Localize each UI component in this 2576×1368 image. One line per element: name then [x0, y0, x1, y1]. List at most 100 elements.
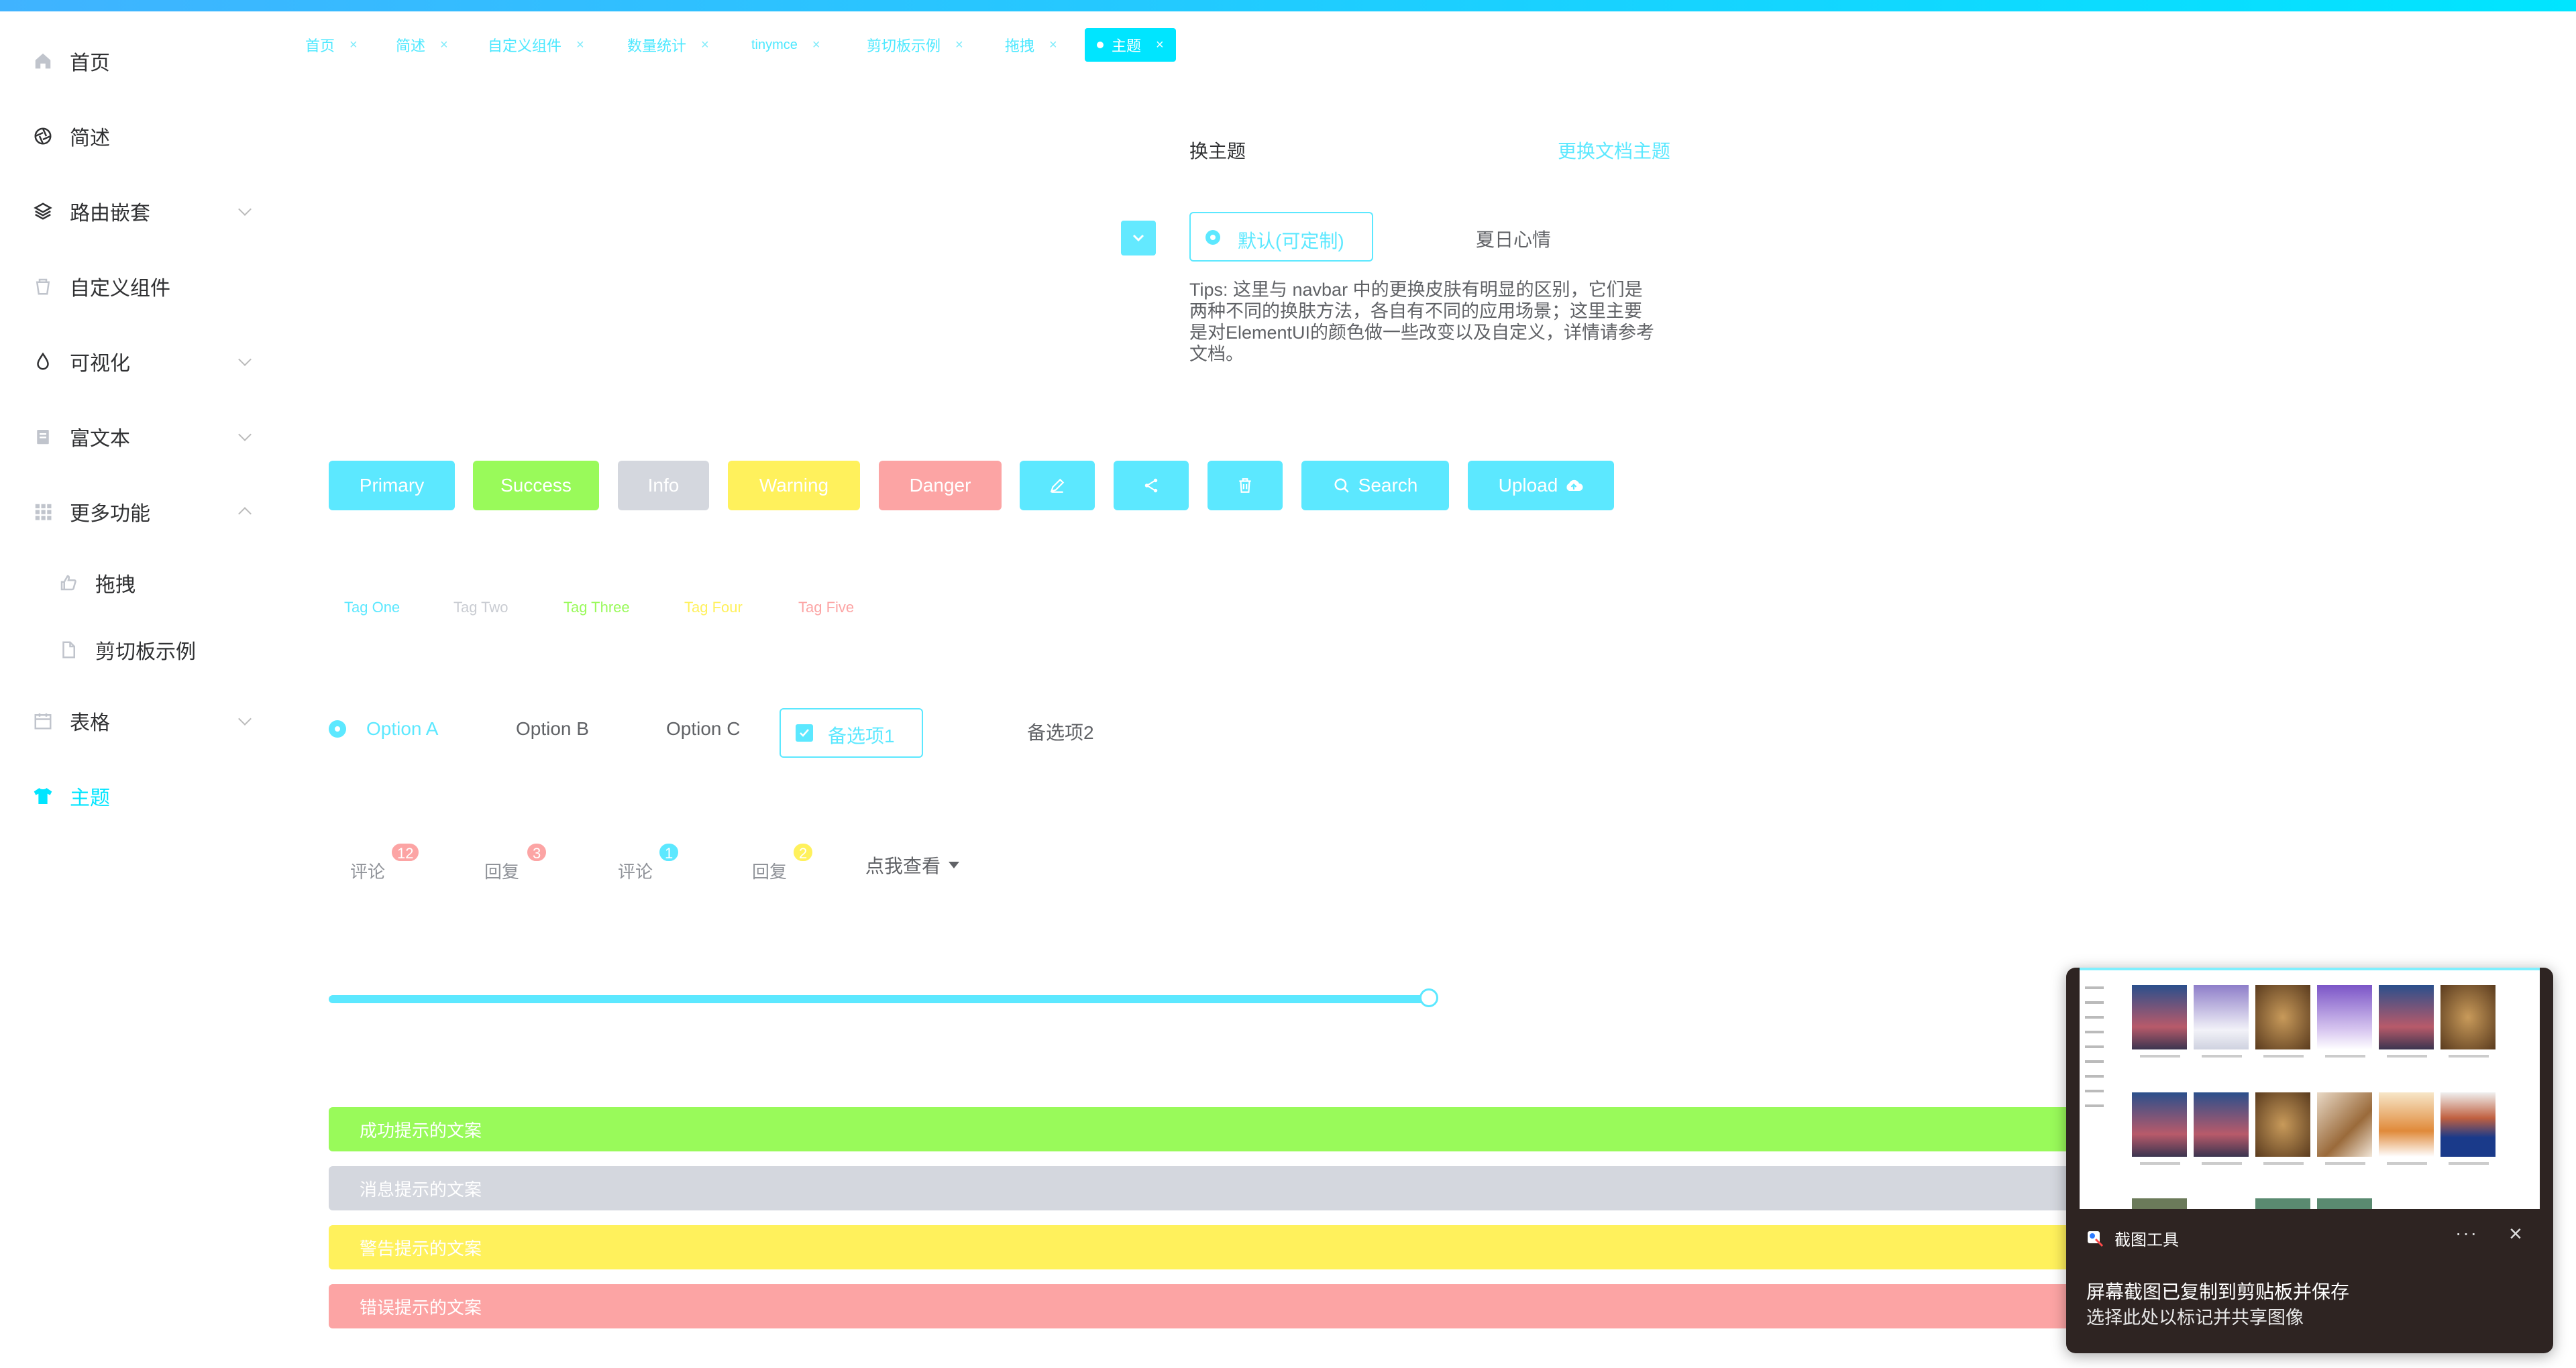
- close-icon[interactable]: ×: [1156, 38, 1164, 53]
- sidebar-item-label: 路由嵌套: [70, 203, 150, 225]
- sidebar-item-clipboard[interactable]: 剪切板示例: [0, 612, 268, 687]
- more-options-icon[interactable]: ···: [2455, 1222, 2478, 1244]
- tag-three: Tag Three: [564, 599, 630, 616]
- top-progress-bar: [0, 0, 2576, 11]
- tab-custom-components[interactable]: 自定义组件 ×: [488, 28, 584, 62]
- badge-count: 2: [792, 842, 814, 862]
- chevron-down-icon: [238, 712, 252, 726]
- tab-label: 数量统计: [627, 38, 687, 54]
- close-icon[interactable]: ×: [350, 38, 358, 53]
- radio-option-c[interactable]: Option C: [666, 718, 741, 740]
- bucket-icon: [32, 276, 54, 297]
- tab-clipboard[interactable]: 剪切板示例 ×: [867, 28, 963, 62]
- alert-info: 消息提示的文案: [329, 1166, 2073, 1210]
- sidebar-item-label: 可视化: [70, 353, 130, 375]
- close-icon[interactable]: ×: [812, 38, 820, 53]
- danger-button[interactable]: Danger: [879, 461, 1002, 510]
- sidebar-item-custom-components[interactable]: 自定义组件: [0, 249, 268, 324]
- slider-thumb[interactable]: [1419, 988, 1438, 1007]
- badge-comment-2[interactable]: 评论 1: [618, 842, 680, 883]
- sidebar-item-table[interactable]: 表格: [0, 683, 268, 758]
- close-icon[interactable]: ×: [440, 38, 448, 53]
- slider-track[interactable]: [329, 995, 1429, 1003]
- tab-label: tinymce: [751, 37, 798, 52]
- caret-down-icon: [949, 862, 960, 868]
- sidebar-item-rich-text[interactable]: 富文本: [0, 399, 268, 474]
- warning-button[interactable]: Warning: [728, 461, 860, 510]
- edit-button[interactable]: [1020, 461, 1095, 510]
- snipping-tool-notification[interactable]: 截图工具 ··· × 屏幕截图已复制到剪贴板并保存 选择此处以标记并共享图像: [2066, 968, 2553, 1353]
- chevron-up-icon: [238, 507, 252, 520]
- success-button[interactable]: Success: [473, 461, 599, 510]
- tab-tinymce[interactable]: tinymce ×: [751, 28, 820, 62]
- theme-radio-summer[interactable]: 夏日心情: [1476, 225, 1551, 252]
- sidebar: 首页 简述 路由嵌套 自定义组件 可视化 富文本 更多功能 拖拽 剪切板示例 表…: [0, 11, 268, 1368]
- sidebar-item-home[interactable]: 首页: [0, 23, 268, 99]
- sidebar-item-label: 拖拽: [95, 574, 136, 596]
- radio-option-b[interactable]: Option B: [516, 718, 589, 740]
- close-icon[interactable]: ×: [1049, 38, 1057, 53]
- primary-button[interactable]: Primary: [329, 461, 455, 510]
- delete-button[interactable]: [1208, 461, 1283, 510]
- change-doc-theme-link[interactable]: 更换文档主题: [1558, 137, 1670, 164]
- sidebar-item-label: 剪切板示例: [95, 641, 196, 663]
- checkbox-option-2[interactable]: 备选项2: [1027, 718, 1094, 745]
- sidebar-item-visualization[interactable]: 可视化: [0, 324, 268, 399]
- close-icon[interactable]: ×: [701, 38, 709, 53]
- close-icon[interactable]: ×: [955, 38, 963, 53]
- sidebar-item-label: 首页: [70, 52, 110, 74]
- sidebar-item-label: 表格: [70, 712, 110, 734]
- thumbnail-photo: [2440, 985, 2496, 1049]
- home-icon: [32, 50, 54, 72]
- badge-comment-1[interactable]: 评论 12: [350, 842, 421, 883]
- thumbnail-photo: [2255, 1198, 2310, 1209]
- badge-reply-2[interactable]: 回复 2: [752, 842, 814, 883]
- radio-option-a[interactable]: Option A: [329, 718, 438, 740]
- sidebar-item-overview[interactable]: 简述: [0, 99, 268, 174]
- sidebar-item-more-features[interactable]: 更多功能: [0, 474, 268, 549]
- toast-app-name: 截图工具: [2114, 1231, 2179, 1249]
- info-button[interactable]: Info: [618, 461, 709, 510]
- thumbnail-photo: [2194, 985, 2249, 1049]
- tshirt-icon: [32, 785, 54, 807]
- tab-theme[interactable]: 主题 ×: [1085, 28, 1176, 62]
- thumbnail-sidebar: [2080, 970, 2127, 1209]
- document-icon: [58, 639, 79, 661]
- thumbnail-photo: [2317, 985, 2372, 1049]
- close-icon[interactable]: ×: [2509, 1221, 2522, 1247]
- dropdown-trigger[interactable]: 点我查看: [865, 852, 960, 878]
- badge-reply-1[interactable]: 回复 3: [484, 842, 548, 883]
- screenshot-thumbnail[interactable]: [2080, 968, 2540, 1209]
- checkbox-option-1[interactable]: 备选项1: [780, 708, 923, 758]
- calendar-icon: [32, 710, 54, 732]
- active-dot: [1097, 42, 1104, 48]
- tab-home[interactable]: 首页 ×: [305, 28, 358, 62]
- color-picker[interactable]: [1121, 221, 1156, 255]
- radio-indicator: [1205, 230, 1220, 245]
- badge-label: 评论: [618, 862, 653, 882]
- share-button[interactable]: [1114, 461, 1189, 510]
- sidebar-item-label: 更多功能: [70, 503, 150, 525]
- sidebar-item-drag[interactable]: 拖拽: [0, 545, 268, 620]
- toast-message: 屏幕截图已复制到剪贴板并保存: [2086, 1281, 2350, 1302]
- sidebar-item-label: 主题: [70, 787, 110, 809]
- tab-statistics[interactable]: 数量统计 ×: [627, 28, 709, 62]
- thumbnail-photo: [2440, 1092, 2496, 1157]
- tab-overview[interactable]: 简述 ×: [396, 28, 448, 62]
- sidebar-item-theme[interactable]: 主题: [0, 758, 268, 834]
- theme-radio-default[interactable]: 默认(可定制): [1189, 212, 1373, 262]
- sidebar-item-nested-routes[interactable]: 路由嵌套: [0, 174, 268, 249]
- chevron-down-icon: [1132, 234, 1144, 242]
- notepad-icon: [32, 426, 54, 447]
- badge-label: 评论: [350, 862, 386, 882]
- thumbnail-photo: [2317, 1198, 2372, 1209]
- search-button[interactable]: Search: [1301, 461, 1449, 510]
- radio-label: 默认(可定制): [1238, 231, 1344, 251]
- search-button-label: Search: [1358, 475, 1418, 496]
- close-icon[interactable]: ×: [576, 38, 584, 53]
- snipping-tool-icon: [2086, 1230, 2104, 1247]
- upload-button[interactable]: Upload: [1468, 461, 1614, 510]
- sidebar-item-label: 自定义组件: [70, 278, 170, 300]
- tab-drag[interactable]: 拖拽 ×: [1005, 28, 1057, 62]
- tab-label: 首页: [305, 38, 335, 54]
